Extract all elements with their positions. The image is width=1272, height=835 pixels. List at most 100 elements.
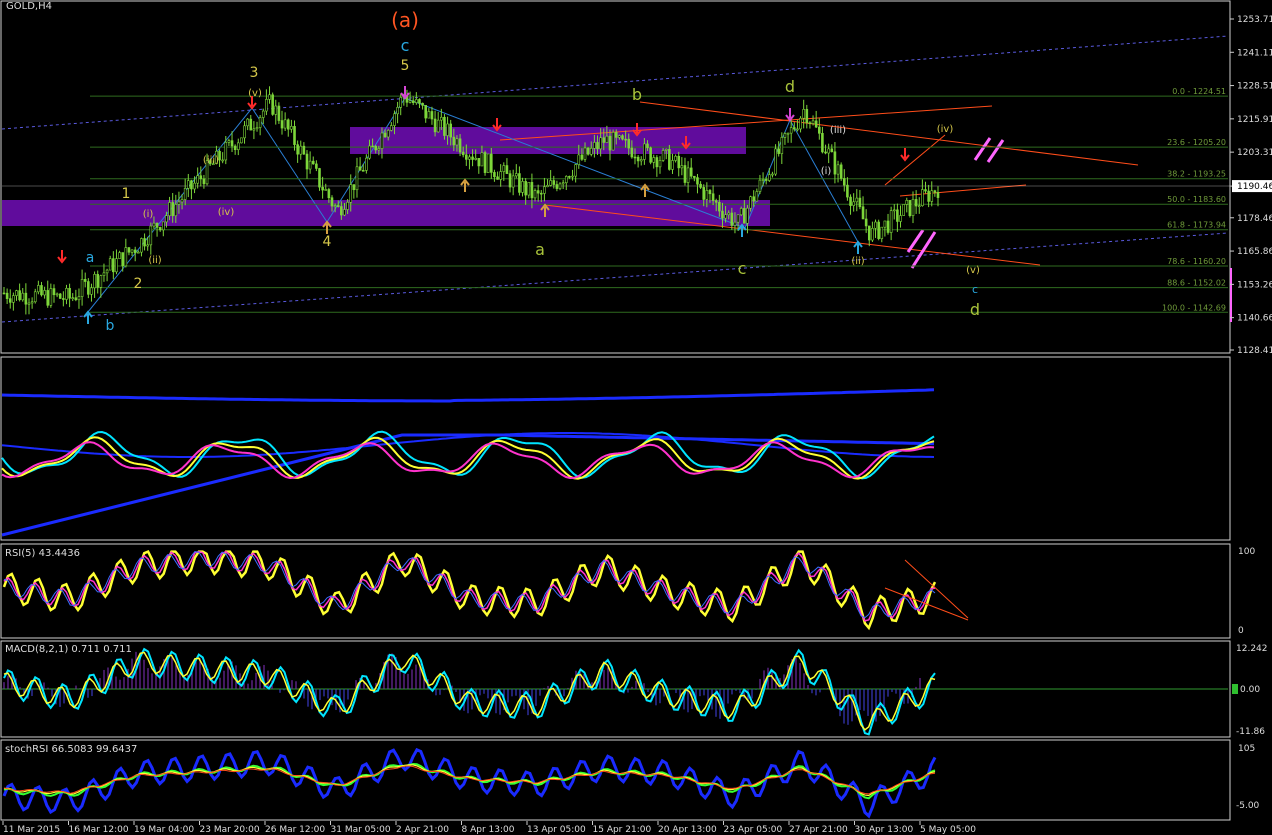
candle-body xyxy=(230,140,234,147)
wave-label: (iii) xyxy=(203,155,219,166)
macd-top-label: 12.242 xyxy=(1236,644,1268,654)
candle-body xyxy=(618,135,621,138)
orange-line-4 xyxy=(899,184,1027,197)
stochrsi-bottom-label: -5.00 xyxy=(1236,801,1260,811)
candle-body xyxy=(361,170,365,172)
stochrsi-top-label: 105 xyxy=(1238,744,1255,754)
candle-body xyxy=(880,226,884,239)
candle-body xyxy=(764,179,768,181)
candle-body xyxy=(749,196,752,209)
lower-band-line xyxy=(1,433,935,537)
candle-body xyxy=(739,208,743,216)
fib-label: 50.0 - 1183.60 xyxy=(1167,195,1226,204)
candle-body xyxy=(486,153,490,173)
time-tick-label: 26 Mar 12:00 xyxy=(265,825,325,835)
candle-body xyxy=(240,137,243,144)
candle-body xyxy=(483,152,487,173)
candle-body xyxy=(55,293,59,296)
candle-body xyxy=(255,127,259,130)
chart-canvas[interactable]: 0.0 - 1224.51 23.6 - 1205.20 38.2 - 1193.2… xyxy=(0,0,1272,835)
candle-body xyxy=(127,247,131,253)
candle-body xyxy=(821,133,824,153)
candle-body xyxy=(761,179,765,181)
candle-body xyxy=(905,200,909,205)
candle-body xyxy=(664,149,668,151)
candle-body xyxy=(349,184,353,203)
candle-body xyxy=(155,222,159,228)
candle-body xyxy=(493,172,496,178)
candle-body xyxy=(533,190,537,199)
candle-body xyxy=(324,189,328,191)
candle-body xyxy=(614,131,618,138)
candle-body xyxy=(318,168,321,188)
candle-body xyxy=(680,165,684,169)
candle-body xyxy=(824,151,827,154)
candle-body xyxy=(199,175,203,180)
candle-body xyxy=(455,138,459,146)
candle-body xyxy=(914,199,918,207)
time-tick-label: 15 Apr 21:00 xyxy=(593,825,652,835)
candle-body xyxy=(358,166,362,171)
candle-body xyxy=(227,140,231,143)
candle-body xyxy=(383,132,387,138)
candle-body xyxy=(440,116,443,121)
candle-body xyxy=(530,182,534,199)
candle-body xyxy=(180,199,184,203)
candle-body xyxy=(233,145,237,151)
candle-body xyxy=(158,227,162,231)
candle-body xyxy=(24,292,28,305)
candle-body xyxy=(461,151,465,156)
candle-body xyxy=(340,206,343,216)
candle-body xyxy=(171,202,174,217)
candle-body xyxy=(755,191,759,202)
candle-body xyxy=(599,137,602,150)
candle-body xyxy=(258,117,262,128)
wave-label: 4 xyxy=(323,234,332,250)
candle-body xyxy=(130,249,134,253)
candle-body xyxy=(727,212,731,215)
wave-label: (v) xyxy=(966,265,980,276)
candle-body xyxy=(83,279,87,282)
candle-body xyxy=(265,99,268,112)
candle-body xyxy=(724,214,727,219)
candle-body xyxy=(105,269,109,274)
candle-body xyxy=(333,205,337,207)
candle-body xyxy=(708,190,712,195)
candle-body xyxy=(261,110,265,118)
wave-label: (iv) xyxy=(937,124,954,135)
candle-body xyxy=(780,137,784,154)
candle-body xyxy=(743,208,746,224)
candle-body xyxy=(477,158,481,167)
candle-body xyxy=(421,102,424,106)
candle-body xyxy=(149,225,153,246)
candle-body xyxy=(465,154,468,160)
candle-body xyxy=(343,209,346,216)
candle-body xyxy=(174,204,178,217)
candle-body xyxy=(386,130,390,138)
candle-body xyxy=(418,99,421,104)
candle-body xyxy=(424,105,428,119)
candle-body xyxy=(71,297,75,300)
price-tick-label: 1215.91 xyxy=(1237,115,1272,125)
candle-body xyxy=(30,301,34,304)
candle-body xyxy=(224,142,228,161)
candle-body xyxy=(62,298,65,300)
candle-body xyxy=(446,123,449,136)
chart-window[interactable]: { "window": { "title": "GOLD,H4" }, "col… xyxy=(0,0,1272,835)
candle-body xyxy=(355,166,359,191)
candle-body xyxy=(921,189,924,207)
channel-lower xyxy=(1,232,1229,323)
wave-label: 2 xyxy=(134,276,143,292)
time-tick-label: 19 Mar 04:00 xyxy=(134,825,194,835)
candle-body xyxy=(133,249,137,254)
candle-body xyxy=(8,298,12,303)
price-tick-label: 1228.51 xyxy=(1237,82,1272,92)
candle-body xyxy=(190,180,193,190)
candle-body xyxy=(796,128,799,131)
price-axis: 1253.71 1241.11 1228.51 1215.91 1203.31 1190.… xyxy=(1230,15,1272,356)
candle-body xyxy=(624,138,627,141)
candle-body xyxy=(315,163,318,169)
candle-body xyxy=(574,164,577,177)
candle-body xyxy=(602,137,606,143)
candle-body xyxy=(721,210,724,219)
